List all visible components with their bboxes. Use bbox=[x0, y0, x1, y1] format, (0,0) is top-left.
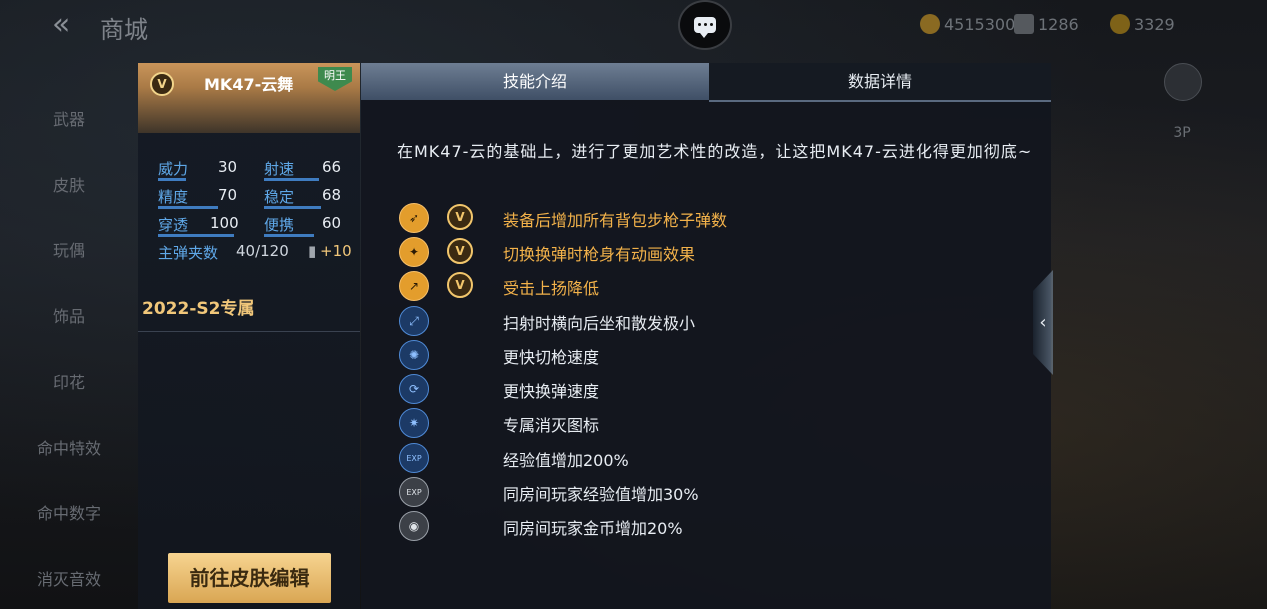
back-arrow-icon[interactable]: « bbox=[52, 10, 86, 42]
weapon-name: MK47-云舞 bbox=[204, 75, 294, 94]
bullet-icon: ▮ bbox=[308, 242, 317, 260]
skin-description: 在MK47-云的基础上，进行了更加艺术性的改造，让这把MK47-云进化得更加彻底… bbox=[397, 142, 1033, 161]
skill-text: 经验值增加200% bbox=[503, 451, 629, 470]
chat-bubble-icon bbox=[694, 17, 716, 38]
stat-ammo: 主弹夹数 40/120 ▮ +10 bbox=[158, 242, 358, 263]
ammo-bonus: +10 bbox=[320, 242, 352, 260]
skill-text: 更快换弹速度 bbox=[503, 382, 600, 401]
camera-rotate-button[interactable] bbox=[1164, 63, 1202, 101]
stat-label: 便携 bbox=[264, 216, 295, 234]
stat-mobility: 便携 60 bbox=[264, 214, 341, 237]
sidebar-item-skins[interactable]: 皮肤 bbox=[0, 172, 138, 196]
voucher-icon bbox=[1110, 14, 1130, 34]
rifle-ammo-icon: ➶ bbox=[399, 203, 429, 233]
page-title: 商城 bbox=[100, 16, 148, 44]
diamond-amount: 1286 bbox=[1038, 14, 1079, 34]
tab-skill-intro[interactable]: 技能介绍 bbox=[361, 63, 709, 100]
stat-power: 威力 30 bbox=[158, 158, 237, 181]
skill-text: 装备后增加所有背包步枪子弹数 bbox=[503, 211, 728, 230]
weapon-header: V MK47-云舞 明王 bbox=[138, 63, 360, 133]
spray-icon: ⤢ bbox=[399, 306, 429, 336]
stat-value: 66 bbox=[322, 158, 342, 176]
stat-label: 主弹夹数 bbox=[158, 244, 219, 262]
skill-text: 受击上扬降低 bbox=[503, 279, 600, 298]
diamond-icon bbox=[1014, 14, 1034, 34]
voucher-currency: 3329 bbox=[1110, 14, 1175, 34]
skill-text: 扫射时横向后坐和散发极小 bbox=[503, 314, 696, 333]
stat-label: 射速 bbox=[264, 160, 295, 178]
sidebar-item-hit-effects[interactable]: 命中特效 bbox=[0, 435, 138, 459]
stat-penetration: 穿透 100 bbox=[158, 214, 239, 237]
stat-stability: 稳定 68 bbox=[264, 186, 341, 209]
stat-value: 70 bbox=[218, 186, 238, 204]
stat-bar bbox=[264, 206, 321, 209]
skill-text: 切换换弹时枪身有动画效果 bbox=[503, 245, 696, 264]
stat-bar bbox=[158, 234, 234, 237]
sidebar-item-accessories[interactable]: 饰品 bbox=[0, 303, 138, 327]
skill-text: 同房间玩家经验值增加30% bbox=[503, 485, 699, 504]
recoil-icon: ↗ bbox=[399, 271, 429, 301]
gold-coin-icon bbox=[920, 14, 940, 34]
kill-icon: ✷ bbox=[399, 408, 429, 438]
sidebar-item-kill-sounds[interactable]: 消灭音效 bbox=[0, 566, 138, 590]
sidebar: 武器 皮肤 玩偶 饰品 印花 命中特效 命中数字 消灭音效 bbox=[0, 60, 138, 609]
stat-value: 100 bbox=[210, 214, 239, 232]
stat-value: 68 bbox=[322, 186, 342, 204]
chat-button[interactable] bbox=[678, 0, 732, 50]
stat-rate: 射速 66 bbox=[264, 158, 341, 181]
voucher-amount: 3329 bbox=[1134, 14, 1175, 34]
stat-label: 精度 bbox=[158, 188, 189, 206]
weapon-card: V MK47-云舞 明王 威力 30 射速 66 精度 70 稳定 68 穿透 … bbox=[138, 63, 360, 609]
stat-bar bbox=[158, 206, 218, 209]
skill-text: 更快切枪速度 bbox=[503, 348, 600, 367]
exp-icon: EXP bbox=[399, 443, 429, 473]
sidebar-item-weapons[interactable]: 武器 bbox=[0, 106, 138, 130]
tab-data-details[interactable]: 数据详情 bbox=[709, 63, 1051, 102]
switch-speed-icon: ✺ bbox=[399, 340, 429, 370]
tier-v-icon: V bbox=[150, 72, 174, 96]
panel-tabs: 技能介绍 数据详情 bbox=[361, 63, 1051, 102]
top-bar: « 商城 45153001 1286 3329 bbox=[0, 0, 1267, 56]
season-label: 2022-S2专属 bbox=[142, 299, 255, 319]
stat-accuracy: 精度 70 bbox=[158, 186, 237, 209]
skill-panel: 技能介绍 数据详情 在MK47-云的基础上，进行了更加艺术性的改造，让这把MK4… bbox=[361, 63, 1051, 609]
sidebar-item-hit-numbers[interactable]: 命中数字 bbox=[0, 500, 138, 524]
skill-text: 同房间玩家金币增加20% bbox=[503, 519, 683, 538]
stat-bar bbox=[158, 178, 186, 181]
room-exp-icon: EXP bbox=[399, 477, 429, 507]
stat-value: 40/120 bbox=[236, 242, 289, 260]
skill-text: 专属消灭图标 bbox=[503, 416, 600, 435]
gold-currency: 45153001 bbox=[920, 14, 1025, 34]
king-badge: 明王 bbox=[318, 67, 352, 91]
tier-v-icon: V bbox=[447, 272, 473, 298]
stat-label: 穿透 bbox=[158, 216, 189, 234]
stat-label: 稳定 bbox=[264, 188, 295, 206]
stat-value: 60 bbox=[322, 214, 342, 232]
skin-edit-button[interactable]: 前往皮肤编辑 bbox=[168, 553, 331, 603]
sidebar-item-stamps[interactable]: 印花 bbox=[0, 369, 138, 393]
reload-speed-icon: ⟳ bbox=[399, 374, 429, 404]
reload-animation-icon: ✦ bbox=[399, 237, 429, 267]
room-coin-icon: ◉ bbox=[399, 511, 429, 541]
stat-label: 威力 bbox=[158, 160, 189, 178]
diamond-currency: 1286 bbox=[1014, 14, 1079, 34]
sidebar-item-dolls[interactable]: 玩偶 bbox=[0, 237, 138, 261]
stat-bar bbox=[264, 178, 319, 181]
tier-v-icon: V bbox=[447, 238, 473, 264]
tier-v-icon: V bbox=[447, 204, 473, 230]
divider bbox=[138, 331, 360, 332]
stat-value: 30 bbox=[218, 158, 238, 176]
view-toggle-3p[interactable]: 3P bbox=[1164, 118, 1200, 148]
stat-bar bbox=[264, 234, 314, 237]
